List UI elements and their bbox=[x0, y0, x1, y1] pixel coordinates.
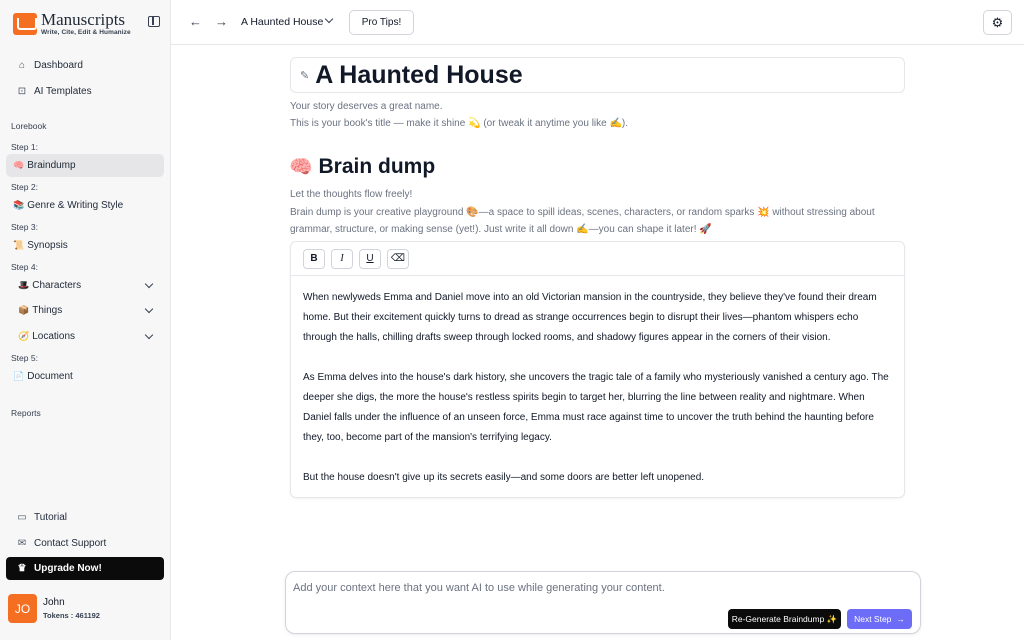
pencil-icon: ✎ bbox=[300, 69, 310, 82]
sidebar-item-ai-templates[interactable]: ⊡ AI Templates bbox=[6, 80, 164, 103]
lorebook-label: Lorebook bbox=[11, 121, 47, 131]
sidebar-item-label: Characters bbox=[32, 280, 82, 291]
sidebar-item-label: Synopsis bbox=[27, 240, 68, 251]
sidebar-item-things[interactable]: 📦 Things bbox=[6, 299, 164, 322]
chevron-down-icon[interactable] bbox=[324, 14, 334, 24]
underline-button[interactable]: U bbox=[359, 248, 381, 269]
sidebar-item-characters[interactable]: 🎩 Characters bbox=[6, 274, 164, 297]
braindump-editor[interactable]: B I U ⌫ When newlyweds Emma and Daniel m… bbox=[290, 241, 905, 498]
book-title[interactable]: A Haunted House bbox=[315, 61, 522, 90]
home-icon: ⌂ bbox=[18, 60, 26, 71]
section-hint: grammar, structure, or making sense (yet… bbox=[290, 224, 712, 235]
sidebar-item-genre[interactable]: 📚 Genre & Writing Style bbox=[6, 194, 164, 217]
manuscripts-logo-icon bbox=[13, 13, 37, 35]
next-step-label: Next Step bbox=[854, 614, 892, 624]
sidebar-item-dashboard[interactable]: ⌂ Dashboard bbox=[6, 54, 164, 77]
chevron-down-icon[interactable] bbox=[144, 330, 154, 340]
editor-paragraph: When newlyweds Emma and Daniel move into… bbox=[303, 292, 877, 343]
sidebar-item-label: Genre & Writing Style bbox=[27, 200, 124, 211]
sidebar-item-tutorial[interactable]: ▭ Tutorial bbox=[6, 506, 164, 529]
brand-tagline: Write, Cite, Edit & Humanize bbox=[41, 29, 131, 36]
sidebar-item-label: Braindump bbox=[27, 160, 76, 171]
book-title-field[interactable]: ✎ A Haunted House bbox=[290, 57, 905, 93]
forward-arrow-icon[interactable]: → bbox=[215, 14, 228, 29]
gear-icon: ⚙ bbox=[991, 14, 1004, 30]
step-label: Step 2: bbox=[11, 182, 38, 192]
compass-icon: 🧭 bbox=[18, 331, 30, 341]
editor-paragraph: As Emma delves into the house's dark his… bbox=[303, 372, 889, 443]
document-icon: 📄 bbox=[13, 371, 25, 381]
user-tokens: Tokens : 461192 bbox=[43, 611, 100, 620]
section-hint: Let the thoughts flow freely! bbox=[290, 189, 413, 200]
mail-icon: ✉ bbox=[17, 538, 27, 549]
next-step-button[interactable]: Next Step → bbox=[847, 609, 912, 629]
step-label: Step 4: bbox=[11, 262, 38, 272]
sidebar-item-synopsis[interactable]: 📜 Synopsis bbox=[6, 234, 164, 257]
sidebar-item-label: Contact Support bbox=[34, 538, 107, 549]
sidebar-item-reports[interactable]: Reports bbox=[11, 408, 41, 418]
sidebar-item-contact-support[interactable]: ✉ Contact Support bbox=[6, 532, 164, 555]
book-icon: ▭ bbox=[17, 512, 27, 523]
step-label: Step 1: bbox=[11, 142, 38, 152]
robot-icon: ⊡ bbox=[17, 86, 27, 97]
brand-name: Manuscripts bbox=[41, 10, 126, 29]
sidebar-item-label: Dashboard bbox=[34, 60, 83, 71]
brand-logo[interactable]: Manuscripts Write, Cite, Edit & Humanize bbox=[13, 11, 131, 36]
section-title: 🧠 Brain dump bbox=[289, 155, 435, 179]
brain-icon: 🧠 bbox=[13, 160, 25, 170]
step-label: Step 5: bbox=[11, 353, 38, 363]
bold-button[interactable]: B bbox=[303, 248, 325, 269]
sidebar-item-locations[interactable]: 🧭 Locations bbox=[6, 325, 164, 348]
title-hint: This is your book's title — make it shin… bbox=[290, 118, 629, 129]
back-arrow-icon[interactable]: ← bbox=[189, 14, 202, 29]
title-hint: Your story deserves a great name. bbox=[290, 101, 443, 112]
arrow-right-icon: → bbox=[896, 614, 905, 624]
context-panel: Re-Generate Braindump ✨ Next Step → bbox=[285, 571, 921, 634]
pro-tips-button[interactable]: Pro Tips! bbox=[349, 10, 414, 35]
chevron-down-icon[interactable] bbox=[144, 304, 154, 314]
section-title-text: Brain dump bbox=[318, 155, 436, 178]
hat-icon: 🎩 bbox=[18, 280, 30, 290]
chevron-down-icon[interactable] bbox=[144, 279, 154, 289]
sidebar-item-label: AI Templates bbox=[34, 86, 92, 97]
user-profile[interactable]: JO John Tokens : 461192 bbox=[8, 594, 100, 623]
italic-button[interactable]: I bbox=[331, 248, 353, 269]
eraser-icon: ⌫ bbox=[390, 253, 406, 264]
sidebar-item-label: Document bbox=[27, 371, 73, 382]
upgrade-button[interactable]: ♛ Upgrade Now! bbox=[6, 557, 164, 580]
document-title-dropdown[interactable]: A Haunted House bbox=[241, 16, 323, 28]
upgrade-label: Upgrade Now! bbox=[34, 563, 102, 574]
sidebar-item-label: Things bbox=[32, 305, 63, 316]
sidebar-toggle-icon[interactable] bbox=[148, 16, 160, 27]
settings-button[interactable]: ⚙ bbox=[983, 10, 1012, 35]
books-icon: 📚 bbox=[13, 200, 25, 210]
brain-icon: 🧠 bbox=[289, 157, 313, 178]
sidebar-item-braindump[interactable]: 🧠 Braindump bbox=[6, 154, 164, 177]
user-name: John bbox=[43, 597, 65, 608]
avatar: JO bbox=[8, 594, 37, 623]
scroll-icon: 📜 bbox=[13, 240, 25, 250]
eraser-button[interactable]: ⌫ bbox=[387, 248, 409, 269]
sidebar-item-label: Tutorial bbox=[34, 512, 67, 523]
regenerate-braindump-button[interactable]: Re-Generate Braindump ✨ bbox=[728, 609, 841, 629]
package-icon: 📦 bbox=[18, 305, 30, 315]
crown-icon: ♛ bbox=[17, 563, 27, 574]
sidebar-item-label: Locations bbox=[32, 331, 76, 342]
context-input[interactable] bbox=[293, 579, 913, 597]
sidebar: Manuscripts Write, Cite, Edit & Humanize… bbox=[0, 0, 171, 640]
sidebar-item-document[interactable]: 📄 Document bbox=[6, 365, 164, 388]
editor-toolbar: B I U ⌫ bbox=[291, 242, 904, 276]
step-label: Step 3: bbox=[11, 222, 38, 232]
editor-content[interactable]: When newlyweds Emma and Daniel move into… bbox=[291, 276, 904, 500]
section-hint: Brain dump is your creative playground 🎨… bbox=[290, 207, 875, 218]
top-bar: ← → A Haunted House Pro Tips! ⚙ bbox=[171, 0, 1024, 45]
editor-paragraph: But the house doesn't give up its secret… bbox=[303, 472, 705, 483]
